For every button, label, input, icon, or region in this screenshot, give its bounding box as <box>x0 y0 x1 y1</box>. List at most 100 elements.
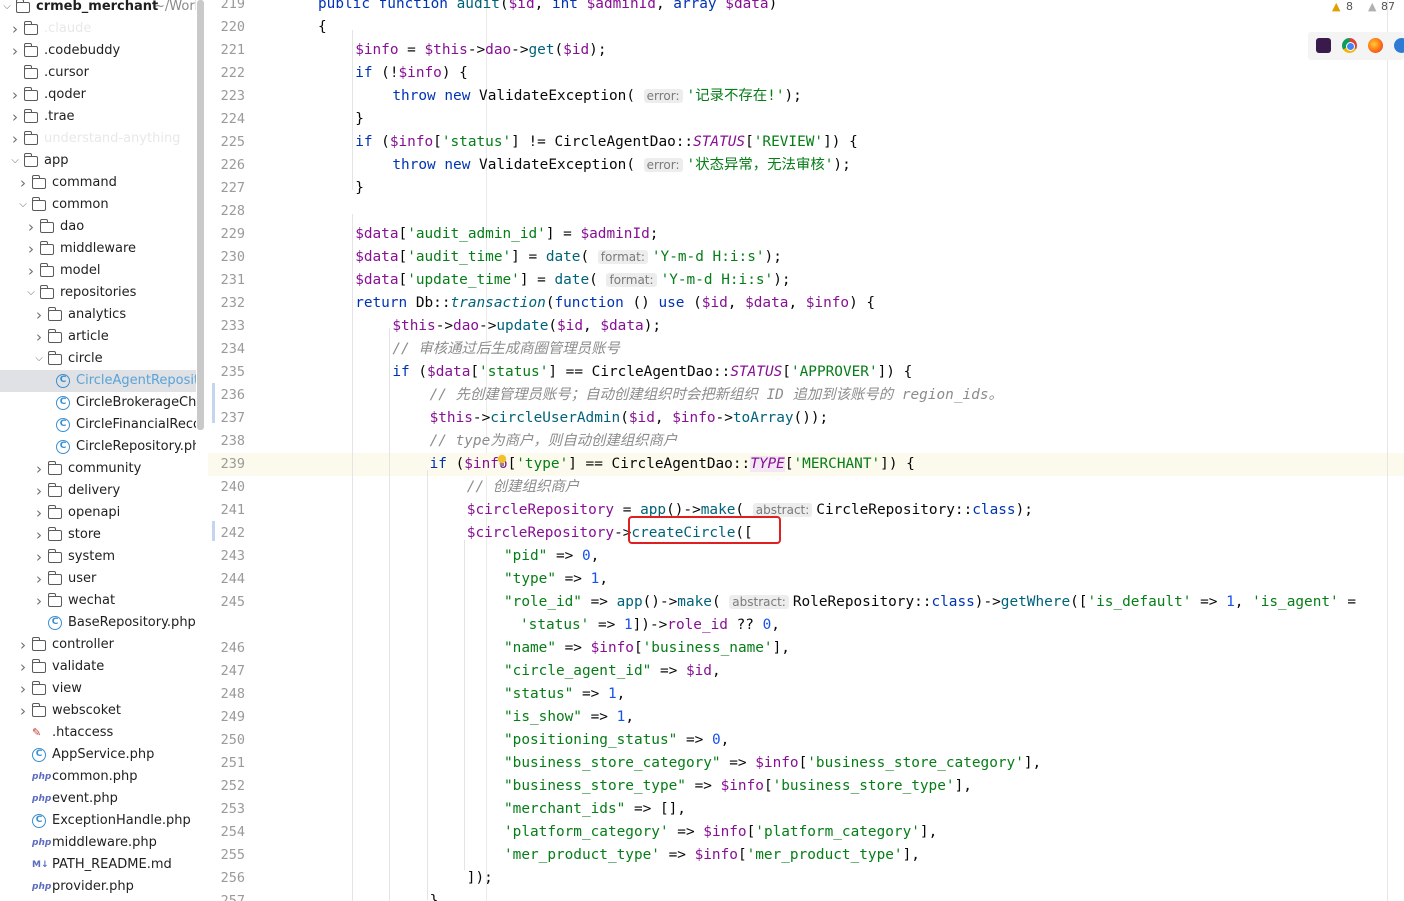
code-line[interactable]: 238 // type为商户，则自动创建组织商户 <box>208 430 1404 453</box>
project-tree-scrollbar[interactable] <box>197 0 204 430</box>
chevron-right-icon[interactable]: › <box>34 590 44 612</box>
code-line[interactable]: 'status' => 1])->role_id ?? 0, <box>208 614 1404 637</box>
lightbulb-icon[interactable] <box>496 454 508 468</box>
code-line[interactable]: 248 "status" => 1, <box>208 683 1404 706</box>
tree-item[interactable]: ✎ .htaccess <box>0 722 196 744</box>
code-line[interactable]: 242 $circleRepository->createCircle([ <box>208 522 1404 545</box>
code-line[interactable]: 249 "is_show" => 1, <box>208 706 1404 729</box>
chevron-right-icon[interactable]: › <box>34 304 44 326</box>
code-line[interactable]: 235 if ($data['status'] == CircleAgentDao… <box>208 361 1404 384</box>
tree-item[interactable]: › user <box>0 568 196 590</box>
chevron-right-icon[interactable]: › <box>26 238 36 260</box>
tree-item[interactable]: › wechat <box>0 590 196 612</box>
tree-item[interactable]: › article <box>0 326 196 348</box>
code-line[interactable]: 245 "role_id" => app()->make( abstract: Ro… <box>208 591 1404 614</box>
code-line[interactable]: 244 "type" => 1, <box>208 568 1404 591</box>
tree-item[interactable]: › analytics <box>0 304 196 326</box>
chevron-down-icon[interactable]: ⌵ <box>34 348 44 370</box>
code-line[interactable]: 246 "name" => $info['business_name'], <box>208 637 1404 660</box>
tree-item[interactable]: › store <box>0 524 196 546</box>
tree-item[interactable]: › .claude <box>0 18 196 40</box>
code-line[interactable]: 257} <box>208 890 1404 901</box>
chevron-right-icon[interactable]: › <box>34 546 44 568</box>
code-line[interactable]: 224} <box>208 108 1404 131</box>
code-line[interactable]: 225 if ($info['status'] != CircleAgentDao… <box>208 131 1404 154</box>
chevron-right-icon[interactable]: › <box>34 480 44 502</box>
vcs-change-marker[interactable] <box>212 521 215 541</box>
code-line[interactable]: 239 if ($info['type'] == CircleAgentDao::… <box>208 453 1404 476</box>
tree-item[interactable]: › community <box>0 458 196 480</box>
tree-item[interactable]: › webscoket <box>0 700 196 722</box>
tree-item[interactable]: › system <box>0 546 196 568</box>
jetbrains-browser-icon[interactable] <box>1316 38 1331 53</box>
chevron-down-icon[interactable]: ⌵ <box>2 0 12 18</box>
tree-item[interactable]: php provider.php <box>0 876 196 898</box>
chevron-right-icon[interactable]: › <box>34 502 44 524</box>
code-line[interactable]: 230 $data['audit_time'] = date( format: 'Y… <box>208 246 1404 269</box>
tree-item[interactable]: › .codebuddy <box>0 40 196 62</box>
tree-item[interactable]: › controller <box>0 634 196 656</box>
tree-item[interactable]: php common.php <box>0 766 196 788</box>
chevron-right-icon[interactable]: › <box>34 326 44 348</box>
tree-item[interactable]: C BaseRepository.php <box>0 612 196 634</box>
tree-item[interactable]: C AppService.php <box>0 744 196 766</box>
code-line[interactable]: 233 $this->dao->update($id, $data); <box>208 315 1404 338</box>
chevron-right-icon[interactable]: › <box>10 18 20 40</box>
code-line[interactable]: 251 "business_store_category" => $info['b… <box>208 752 1404 775</box>
tree-item[interactable]: › .trae <box>0 106 196 128</box>
code-line[interactable]: 252 "business_store_type" => $info['busin… <box>208 775 1404 798</box>
tree-item[interactable]: C CircleBrokerageChe <box>0 392 196 414</box>
tree-item[interactable]: php event.php <box>0 788 196 810</box>
chevron-right-icon[interactable]: › <box>18 172 28 194</box>
tree-item[interactable]: › .qoder <box>0 84 196 106</box>
chevron-right-icon[interactable]: › <box>26 216 36 238</box>
chevron-right-icon[interactable]: › <box>18 700 28 722</box>
tree-item[interactable]: ⌵ common <box>0 194 196 216</box>
vcs-change-marker[interactable] <box>212 383 215 423</box>
code-line[interactable]: 223 throw new ValidateException( error: '记… <box>208 85 1404 108</box>
code-line[interactable]: 247 "circle_agent_id" => $id, <box>208 660 1404 683</box>
safari-icon[interactable] <box>1394 38 1404 53</box>
tree-item[interactable]: ⌵ app <box>0 150 196 172</box>
tree-item[interactable]: php middleware.php <box>0 832 196 854</box>
chevron-right-icon[interactable]: › <box>18 678 28 700</box>
code-line[interactable]: 240 // 创建组织商户 <box>208 476 1404 499</box>
tree-item[interactable]: M↓ PATH_README.md <box>0 854 196 876</box>
tree-item[interactable]: › dao <box>0 216 196 238</box>
code-line[interactable]: 234 // 审核通过后生成商圈管理员账号 <box>208 338 1404 361</box>
code-line[interactable]: 237 $this->circleUserAdmin($id, $info->to… <box>208 407 1404 430</box>
code-line[interactable]: 227} <box>208 177 1404 200</box>
chevron-down-icon[interactable]: ⌵ <box>26 282 36 304</box>
tree-item[interactable]: › openapi <box>0 502 196 524</box>
code-editor[interactable]: 219 public function audit($id, int $admin… <box>208 0 1404 901</box>
chrome-icon[interactable] <box>1342 38 1357 53</box>
tree-item[interactable]: › command <box>0 172 196 194</box>
code-line[interactable]: 222 if (!$info) { <box>208 62 1404 85</box>
code-line[interactable]: 219 public function audit($id, int $admin… <box>208 0 1404 16</box>
tree-item[interactable]: › delivery <box>0 480 196 502</box>
chevron-right-icon[interactable]: › <box>10 128 20 150</box>
code-line[interactable]: 231 $data['update_time'] = date( format: '… <box>208 269 1404 292</box>
chevron-right-icon[interactable]: › <box>34 568 44 590</box>
code-line[interactable]: 243 "pid" => 0, <box>208 545 1404 568</box>
code-line[interactable]: 254 'platform_category' => $info['platfor… <box>208 821 1404 844</box>
code-line[interactable]: 256]); <box>208 867 1404 890</box>
code-line[interactable]: 232 return Db::transaction(function () us… <box>208 292 1404 315</box>
tree-item[interactable]: › middleware <box>0 238 196 260</box>
tree-item[interactable]: › validate <box>0 656 196 678</box>
code-line[interactable]: 220 { <box>208 16 1404 39</box>
firefox-icon[interactable] <box>1368 38 1383 53</box>
chevron-right-icon[interactable]: › <box>18 656 28 678</box>
code-line[interactable]: 253 "merchant_ids" => [], <box>208 798 1404 821</box>
chevron-right-icon[interactable]: › <box>34 524 44 546</box>
chevron-right-icon[interactable]: › <box>26 260 36 282</box>
tree-item[interactable]: C CircleAgentRepository.php <box>0 370 196 392</box>
code-line[interactable]: 228 <box>208 200 1404 223</box>
tree-item[interactable]: › model <box>0 260 196 282</box>
code-line[interactable]: 229 $data['audit_admin_id'] = $adminId; <box>208 223 1404 246</box>
tree-item[interactable]: › view <box>0 678 196 700</box>
chevron-right-icon[interactable]: › <box>34 458 44 480</box>
tree-item[interactable]: ⌵ repositories <box>0 282 196 304</box>
code-line[interactable]: 221 $info = $this->dao->get($id); <box>208 39 1404 62</box>
code-line[interactable]: 250 "positioning_status" => 0, <box>208 729 1404 752</box>
